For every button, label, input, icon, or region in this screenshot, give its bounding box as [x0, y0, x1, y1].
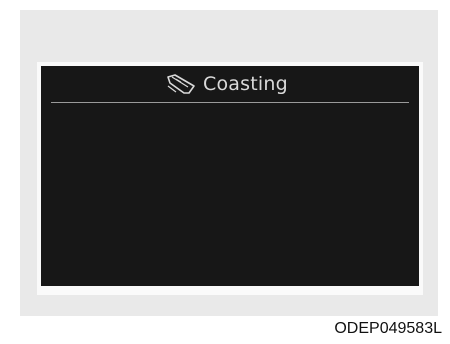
cluster-display-screen: Coasting	[41, 66, 419, 286]
display-header: Coasting	[41, 66, 419, 103]
display-title-group: Coasting	[165, 72, 288, 96]
display-title: Coasting	[203, 73, 288, 95]
figure-code: ODEP049583L	[334, 320, 442, 337]
coasting-icon	[167, 74, 195, 94]
header-divider	[51, 102, 409, 103]
